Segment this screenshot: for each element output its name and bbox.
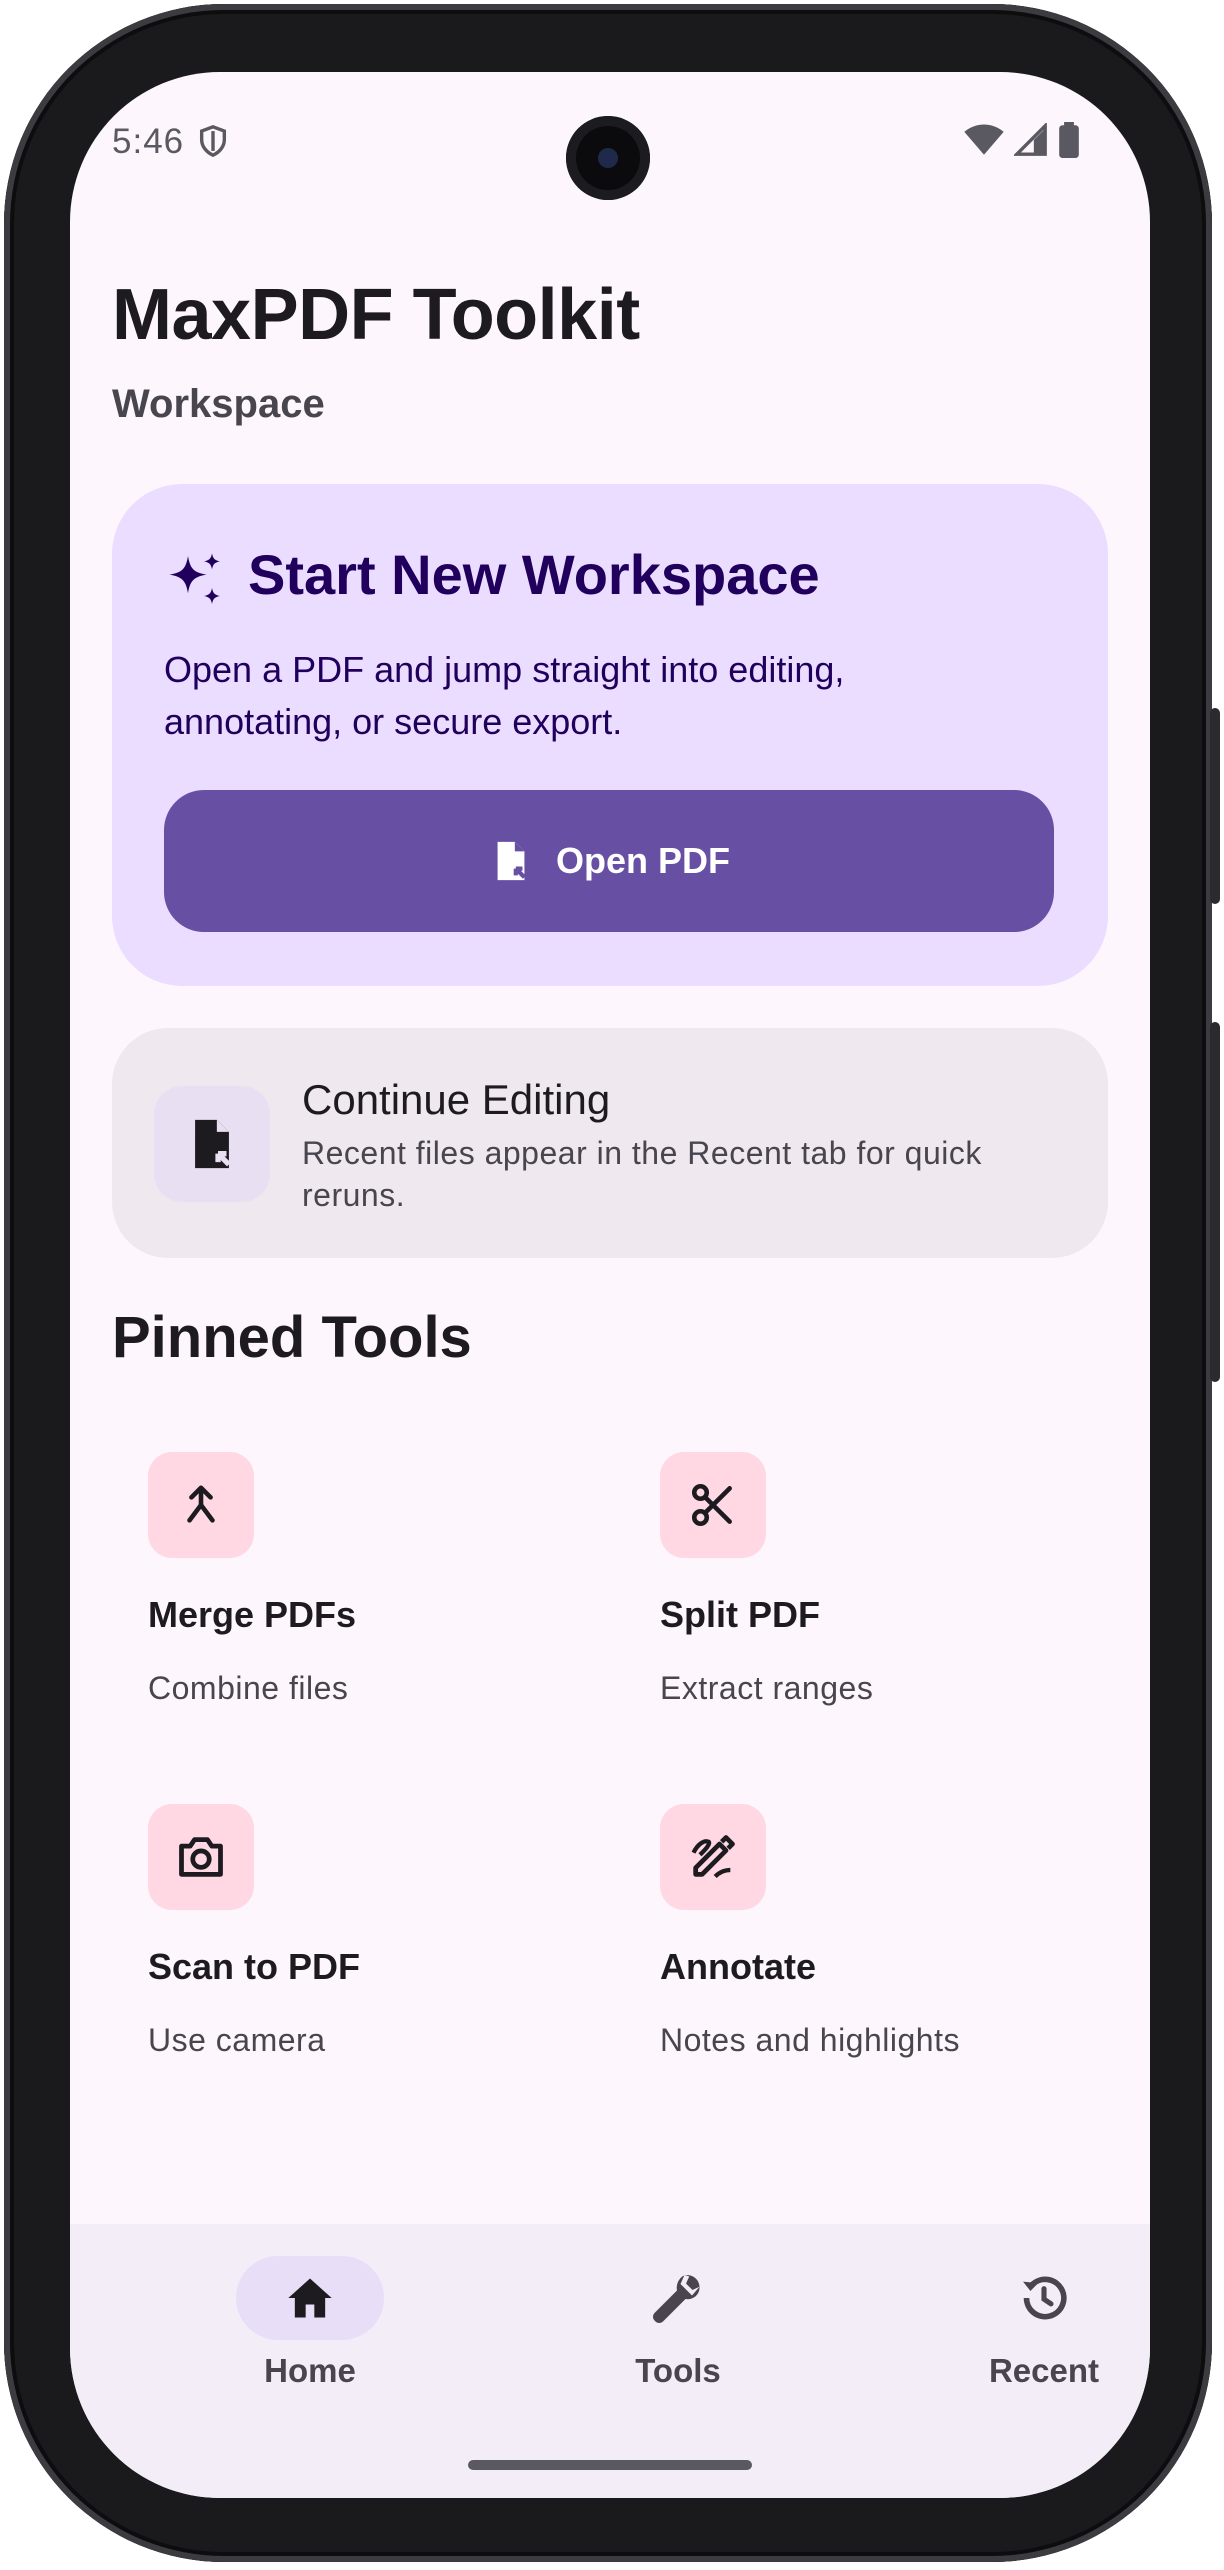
section-title: Pinned Tools: [112, 1305, 472, 1370]
bottom-navigation: Home Tools Recent: [70, 2224, 1150, 2498]
tool-icon-container: [148, 1452, 254, 1558]
home-indicator[interactable]: [468, 2460, 752, 2470]
screen: 5:46 MaxPDF Toolkit Workspace Start New …: [70, 72, 1150, 2498]
app-title: MaxPDF Toolkit: [112, 275, 640, 355]
tool-name: Merge PDFs: [148, 1594, 357, 1635]
tool-description: Use camera: [148, 2022, 326, 2058]
file-open-icon: [497, 841, 526, 881]
status-time: 5:46: [112, 122, 185, 161]
camera-icon: [179, 1837, 223, 1877]
nav-label: Home: [264, 2352, 356, 2389]
tool-icon-container: [148, 1804, 254, 1910]
tool-merge-pdfs[interactable]: Merge PDFs Combine files: [112, 1452, 572, 1752]
tool-description: Extract ranges: [660, 1670, 874, 1706]
continue-icon-container: [154, 1086, 270, 1202]
tool-split-pdf[interactable]: Split PDF Extract ranges: [624, 1452, 1084, 1752]
hero-description: Open a PDF and jump straight into editin…: [164, 649, 845, 742]
nav-item-tools[interactable]: Tools: [548, 2252, 808, 2412]
nav-icon-area: [604, 2256, 752, 2340]
signal-icon: [1014, 123, 1047, 156]
power-button: [1210, 1022, 1220, 1382]
front-camera: [566, 116, 650, 200]
continue-title: Continue Editing: [302, 1076, 611, 1123]
history-icon: [1023, 2276, 1067, 2320]
tool-icon-container: [660, 1804, 766, 1910]
shield-icon: [199, 125, 227, 158]
tool-description: Combine files: [148, 1670, 349, 1706]
battery-icon: [1059, 122, 1079, 158]
nav-item-home[interactable]: Home: [180, 2252, 440, 2412]
nav-active-indicator: [236, 2256, 384, 2340]
home-icon: [288, 2278, 332, 2318]
status-icons: [964, 122, 1080, 158]
tool-icon-container: [660, 1452, 766, 1558]
tool-name: Annotate: [660, 1946, 816, 1987]
tool-description: Notes and highlights: [660, 2022, 960, 2058]
merge-icon: [187, 1485, 215, 1523]
file-open-icon: [195, 1119, 231, 1169]
continue-description: Recent files appear in the Recent tab fo…: [302, 1135, 982, 1213]
tool-name: Split PDF: [660, 1594, 820, 1635]
wrench-icon: [653, 2275, 700, 2323]
wifi-icon: [964, 124, 1004, 155]
hero-title: Start New Workspace: [248, 543, 820, 606]
start-workspace-card: Start New Workspace Open a PDF and jump …: [112, 484, 1108, 986]
scissors-icon: [691, 1483, 732, 1527]
draw-icon: [691, 1835, 735, 1879]
page-subtitle: Workspace: [112, 382, 325, 426]
nav-item-recent[interactable]: Recent: [914, 2252, 1150, 2412]
volume-button: [1210, 708, 1220, 904]
open-pdf-label: Open PDF: [555, 840, 730, 881]
tool-scan-to-pdf[interactable]: Scan to PDF Use camera: [112, 1804, 572, 2104]
nav-label: Tools: [635, 2352, 721, 2389]
tool-name: Scan to PDF: [148, 1946, 361, 1987]
nav-label: Recent: [988, 2352, 1100, 2389]
open-pdf-button[interactable]: Open PDF: [164, 790, 1054, 932]
sparkle-icon: [169, 553, 220, 604]
continue-editing-card[interactable]: Continue Editing Recent files appear in …: [112, 1028, 1108, 1258]
tool-annotate[interactable]: Annotate Notes and highlights: [624, 1804, 1084, 2104]
nav-icon-area: [970, 2256, 1118, 2340]
